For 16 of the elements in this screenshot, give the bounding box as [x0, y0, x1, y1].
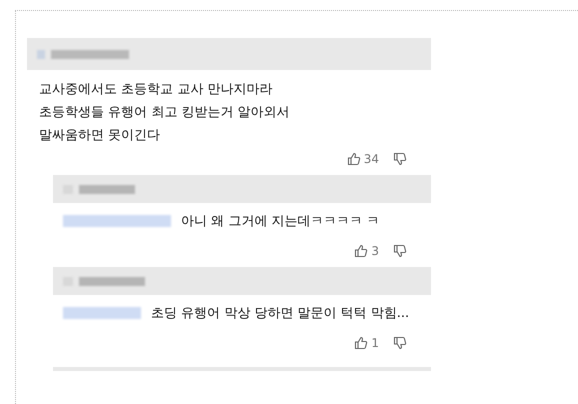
thumbs-down-icon: [393, 152, 407, 166]
thumbs-down-icon: [393, 336, 407, 350]
thumbs-down-icon: [393, 244, 407, 258]
reply-text: 초딩 유행어 막상 당하면 말문이 턱턱 막힘...: [151, 305, 410, 322]
like-button[interactable]: 1: [354, 336, 379, 350]
thumbs-up-icon: [354, 244, 368, 258]
like-button[interactable]: 3: [354, 244, 379, 258]
dislike-button[interactable]: [393, 244, 407, 258]
like-button[interactable]: 34: [346, 152, 379, 166]
dislike-button[interactable]: [393, 336, 407, 350]
thumbs-up-icon: [346, 152, 361, 166]
reply-text: 아니 왜 그거에 지는데ㅋㅋㅋㅋ ㅋ: [181, 213, 380, 230]
thumbs-up-icon: [354, 336, 368, 350]
blurred-username: [63, 184, 135, 194]
comment-text: 교사중에서도 초등학교 교사 만나지마라 초등학생들 유행어 최고 킹받는거 알아외서 말싸움하면 못이긴다: [39, 81, 291, 145]
dislike-button[interactable]: [393, 152, 407, 166]
